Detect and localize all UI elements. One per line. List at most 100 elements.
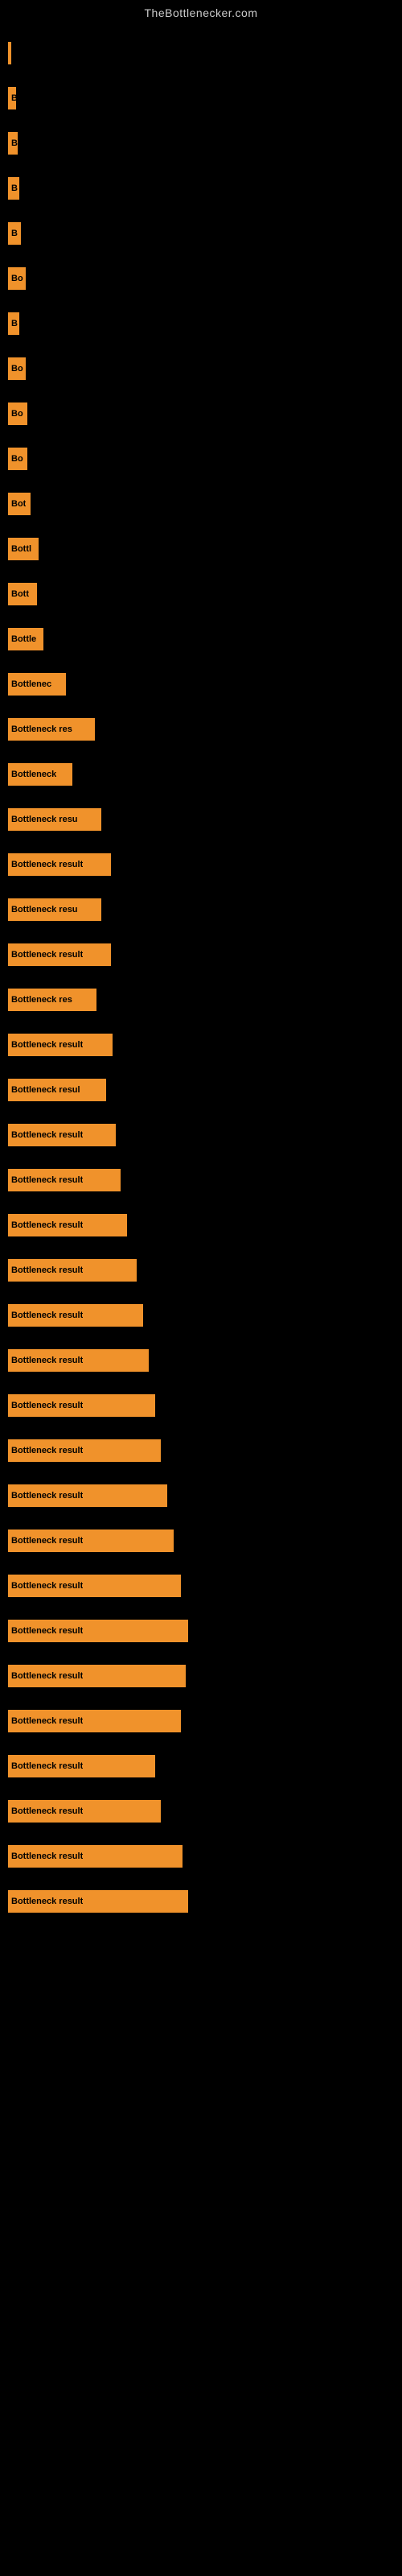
- bar-row: B: [8, 76, 402, 121]
- bar: Bott: [8, 583, 37, 605]
- bar-row: B: [8, 211, 402, 256]
- bar-label: Bottleneck resul: [11, 1085, 80, 1095]
- bar-label: Bottleneck result: [11, 1581, 83, 1591]
- bar: B: [8, 222, 21, 245]
- bar-label: Bottleneck result: [11, 860, 83, 869]
- site-title: TheBottlenecker.com: [0, 0, 402, 23]
- bar-row: B: [8, 121, 402, 166]
- bar-row: Bottleneck result: [8, 1203, 402, 1248]
- bar: Bottleneck resu: [8, 808, 101, 831]
- bar-label: Bo: [11, 364, 23, 374]
- bar: Bottleneck: [8, 763, 72, 786]
- bar-row: Bottleneck result: [8, 1293, 402, 1338]
- bar: Bottleneck result: [8, 1620, 188, 1642]
- bar: Bottleneck result: [8, 1394, 155, 1417]
- bar: Bottleneck result: [8, 1484, 167, 1507]
- bar-label: Bo: [11, 409, 23, 419]
- bar: Bottle: [8, 628, 43, 650]
- bar: B: [8, 177, 19, 200]
- bar: Bo: [8, 402, 27, 425]
- bar-row: Bottleneck result: [8, 1338, 402, 1383]
- bar-row: Bottleneck result: [8, 1022, 402, 1067]
- bar-label: Bottleneck result: [11, 1716, 83, 1726]
- bar-label: B: [11, 93, 16, 103]
- bar: Bottleneck res: [8, 718, 95, 741]
- bar: Bottleneck result: [8, 1304, 143, 1327]
- bar-row: B: [8, 166, 402, 211]
- bar-row: Bottl: [8, 526, 402, 572]
- bar: Bottleneck result: [8, 1169, 121, 1191]
- bar-label: Bottleneck result: [11, 1220, 83, 1230]
- bar: Bottleneck result: [8, 853, 111, 876]
- bar-label: Bottleneck result: [11, 1491, 83, 1501]
- bar-label: Bottleneck result: [11, 1626, 83, 1636]
- bar-label: Bottleneck: [11, 770, 56, 779]
- bar: Bottl: [8, 538, 39, 560]
- bar: B: [8, 312, 19, 335]
- bar-row: Bottleneck result: [8, 1653, 402, 1699]
- bar-row: Bottleneck result: [8, 1518, 402, 1563]
- bar: Bo: [8, 357, 26, 380]
- bar-row: Bottleneck result: [8, 1428, 402, 1473]
- bar-row: Bottleneck result: [8, 1789, 402, 1834]
- bar-label: Bottleneck result: [11, 1897, 83, 1906]
- bar-label: Bottl: [11, 544, 31, 554]
- bar-label: Bottle: [11, 634, 36, 644]
- bar-row: Bo: [8, 256, 402, 301]
- bar-row: Bottleneck resu: [8, 797, 402, 842]
- bar: B: [8, 87, 16, 109]
- bar-row: Bottleneck result: [8, 1699, 402, 1744]
- bar-row: Bottleneck result: [8, 1744, 402, 1789]
- bar: Bottleneck result: [8, 1214, 127, 1236]
- bar-label: B: [11, 229, 18, 238]
- bar: Bottleneck result: [8, 1530, 174, 1552]
- bar-row: B: [8, 301, 402, 346]
- bar: [8, 42, 11, 64]
- bar-row: Bo: [8, 436, 402, 481]
- bar: Bo: [8, 448, 27, 470]
- bar-row: Bottlenec: [8, 662, 402, 707]
- bar-row: Bottleneck result: [8, 1473, 402, 1518]
- bar-label: Bottleneck result: [11, 1356, 83, 1365]
- bar-row: Bottleneck result: [8, 1113, 402, 1158]
- bar-row: Bottleneck result: [8, 932, 402, 977]
- bar-label: Bottleneck res: [11, 995, 72, 1005]
- bar-row: Bo: [8, 391, 402, 436]
- bar-label: Bottleneck result: [11, 1446, 83, 1455]
- bar-label: Bo: [11, 454, 23, 464]
- bar-row: [8, 31, 402, 76]
- bar: Bottleneck result: [8, 1710, 181, 1732]
- bar: Bottleneck result: [8, 1890, 188, 1913]
- bar-label: Bo: [11, 274, 23, 283]
- bar-row: Bot: [8, 481, 402, 526]
- bar: Bottleneck result: [8, 1439, 161, 1462]
- bar-row: Bottleneck: [8, 752, 402, 797]
- bar: Bo: [8, 267, 26, 290]
- bar-row: Bottleneck resul: [8, 1067, 402, 1113]
- bar-row: Bottleneck result: [8, 1608, 402, 1653]
- bar-row: Bottleneck res: [8, 977, 402, 1022]
- bar-label: Bottleneck result: [11, 1536, 83, 1546]
- bar: Bottleneck res: [8, 989, 96, 1011]
- bar-label: B: [11, 319, 18, 328]
- bar-label: Bottleneck result: [11, 1761, 83, 1771]
- bar-label: B: [11, 184, 18, 193]
- bars-container: B B B B Bo B Bo Bo Bo Bot Bottl Bott Bottle Bottlenec…: [0, 23, 402, 1924]
- bar-label: Bottleneck result: [11, 1852, 83, 1861]
- bar: Bottleneck result: [8, 943, 111, 966]
- bar-label: Bottleneck res: [11, 724, 72, 734]
- bar-label: Bottleneck resu: [11, 905, 78, 914]
- bar-row: Bottle: [8, 617, 402, 662]
- bar-label: Bottleneck result: [11, 1671, 83, 1681]
- bar-label: Bottleneck result: [11, 1175, 83, 1185]
- bar-row: Bottleneck result: [8, 1563, 402, 1608]
- bar-label: Bottleneck result: [11, 1265, 83, 1275]
- bar: Bot: [8, 493, 31, 515]
- bar: Bottleneck result: [8, 1665, 186, 1687]
- bar: Bottleneck result: [8, 1755, 155, 1777]
- bar-label: Bottleneck result: [11, 1040, 83, 1050]
- bar: Bottleneck resu: [8, 898, 101, 921]
- bar-label: Bottlenec: [11, 679, 51, 689]
- bar-row: Bottleneck result: [8, 1834, 402, 1879]
- bar-row: Bottleneck result: [8, 1248, 402, 1293]
